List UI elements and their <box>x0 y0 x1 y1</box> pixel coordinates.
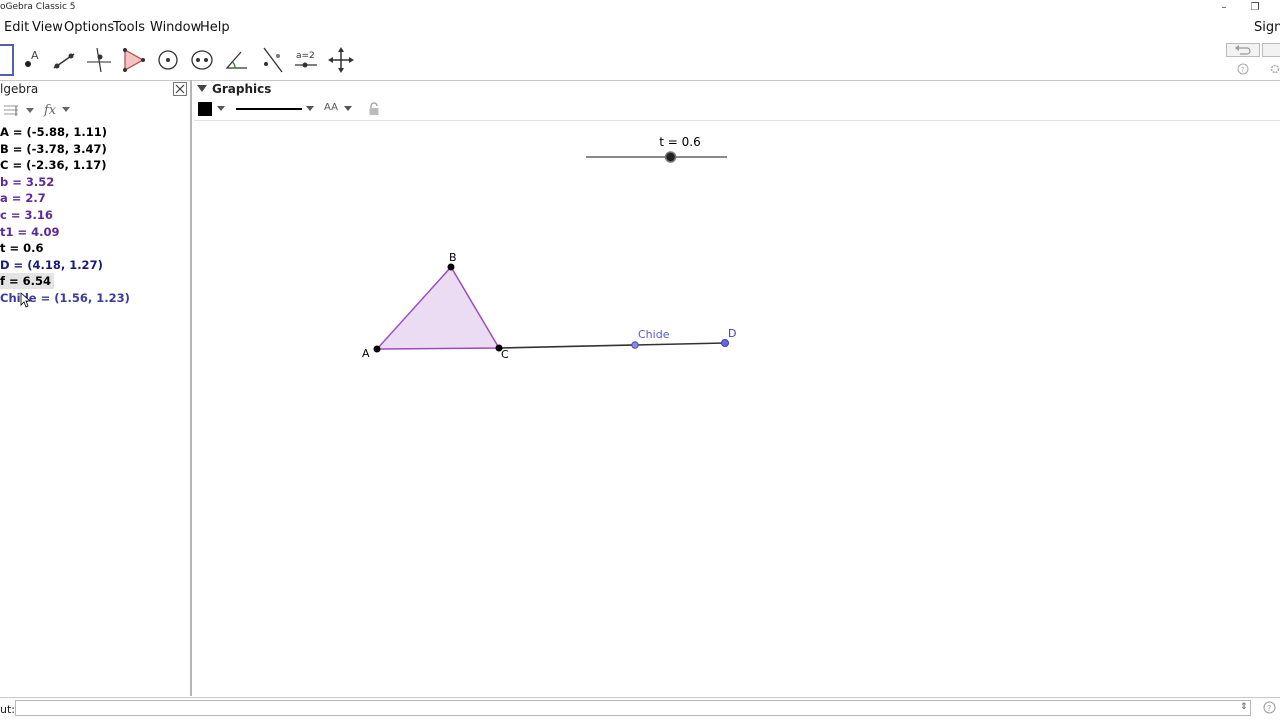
circle-tool-button[interactable] <box>152 44 184 76</box>
menu-tools[interactable]: Tools <box>113 20 145 35</box>
move-arrows-icon <box>328 47 354 73</box>
mouse-cursor-icon <box>20 292 32 308</box>
point-a[interactable] <box>373 345 381 353</box>
algebra-item[interactable]: t = 0.6 <box>0 240 44 256</box>
menu-view[interactable]: View <box>32 20 63 35</box>
graphics-title: Graphics <box>212 82 272 96</box>
slider-tool-button[interactable]: a=2 <box>290 44 322 76</box>
menu-bar: Edit View Options Tools Window Help <box>0 17 1280 39</box>
slider-knob[interactable] <box>664 151 677 163</box>
menu-options[interactable]: Options <box>64 20 114 35</box>
line-tool-button[interactable] <box>48 44 80 76</box>
algebra-item[interactable]: B = (-3.78, 3.47) <box>0 141 107 157</box>
font-size-button[interactable]: AA <box>324 102 338 113</box>
menu-help[interactable]: Help <box>200 20 230 35</box>
slider-label: t = 0.6 <box>659 135 700 149</box>
collapse-triangle-icon[interactable] <box>197 85 207 93</box>
svg-text:fx: fx <box>43 103 57 118</box>
graphics-header <box>194 80 1280 98</box>
svg-text:?: ? <box>1241 66 1245 74</box>
chevron-down-icon[interactable] <box>343 105 353 113</box>
algebra-item-selected[interactable]: f = 6.54 <box>0 273 55 290</box>
input-label: ut: <box>0 703 15 716</box>
point-chide-label: Chide <box>638 328 670 341</box>
algebra-title: lgebra <box>0 82 39 96</box>
chevron-down-icon[interactable] <box>305 105 315 113</box>
segment-f[interactable] <box>498 342 726 349</box>
undo-button[interactable] <box>1226 43 1260 57</box>
svg-text:a=2: a=2 <box>296 51 315 61</box>
graphics-style-bar: AA <box>194 100 1280 121</box>
move-tool-button[interactable] <box>0 44 14 76</box>
svg-text:?: ? <box>1267 704 1271 713</box>
algebra-item[interactable]: C = (-2.36, 1.17) <box>0 157 107 173</box>
algebra-item[interactable]: A = (-5.88, 1.11) <box>0 124 107 140</box>
algebra-item[interactable]: c = 3.16 <box>0 207 53 223</box>
point-b-label: B <box>449 251 457 264</box>
algebra-item[interactable]: b = 3.52 <box>0 174 54 190</box>
graphics-canvas[interactable]: t = 0.6 A B C Chide D <box>194 121 1280 696</box>
sort-icon[interactable] <box>0 102 38 118</box>
color-swatch[interactable] <box>198 102 212 116</box>
algebra-close-button[interactable] <box>173 82 187 96</box>
fx-icon[interactable]: fx <box>42 100 76 118</box>
undo-icon <box>1235 45 1251 55</box>
perpendicular-line-tool-button[interactable] <box>83 44 115 76</box>
slider-icon: a=2 <box>295 51 317 68</box>
algebra-item[interactable]: a = 2.7 <box>0 190 46 206</box>
circle-icon <box>158 50 178 70</box>
conic-tool-button[interactable] <box>186 44 218 76</box>
close-icon <box>173 82 187 96</box>
help-icon[interactable]: ? <box>1237 63 1249 75</box>
chevron-down-icon[interactable] <box>216 105 226 113</box>
title-bar <box>0 0 1280 17</box>
help-icon[interactable]: ? <box>1263 701 1276 714</box>
point-tool-button[interactable]: A <box>15 44 47 76</box>
point-icon: A <box>25 49 39 67</box>
menu-window[interactable]: Window <box>150 20 201 35</box>
angle-tool-button[interactable] <box>221 44 253 76</box>
point-chide[interactable] <box>631 341 639 349</box>
toolbar: A a=2 <box>0 40 1280 81</box>
algebra-toolbar: fx <box>0 100 191 120</box>
lock-icon[interactable] <box>368 102 380 116</box>
move-graphics-view-tool-button[interactable] <box>325 44 357 76</box>
reflect-tool-button[interactable] <box>256 44 288 76</box>
perpendicular-line-icon <box>87 47 111 73</box>
menu-edit[interactable]: Edit <box>4 20 29 35</box>
point-a-label: A <box>362 347 370 360</box>
input-history-arrows-icon[interactable]: ⇕ <box>1240 702 1248 712</box>
window-title: oGebra Classic 5 <box>0 2 76 12</box>
line-icon <box>53 53 75 69</box>
polygon-tool-button[interactable] <box>117 44 149 76</box>
reflect-icon <box>263 47 283 73</box>
ellipse-icon <box>191 50 213 70</box>
algebra-item[interactable]: t1 = 4.09 <box>0 224 60 240</box>
point-c-label: C <box>501 348 509 361</box>
algebra-item[interactable]: D = (4.18, 1.27) <box>0 257 103 273</box>
point-b[interactable] <box>447 263 455 271</box>
sign-in-link[interactable]: Sign <box>1254 20 1280 35</box>
input-field[interactable] <box>15 700 1251 716</box>
redo-button[interactable] <box>1262 43 1280 57</box>
svg-text:A: A <box>31 49 39 62</box>
polygon-icon <box>123 48 145 72</box>
restore-button[interactable]: ❐ <box>1242 0 1268 16</box>
line-style-preview[interactable] <box>236 108 302 110</box>
angle-icon <box>225 51 247 69</box>
point-d-label: D <box>728 327 736 340</box>
triangle-polygon[interactable] <box>375 265 501 350</box>
minimize-button[interactable]: – <box>1211 0 1237 16</box>
gear-icon[interactable] <box>1269 63 1280 75</box>
point-d[interactable] <box>721 339 729 347</box>
